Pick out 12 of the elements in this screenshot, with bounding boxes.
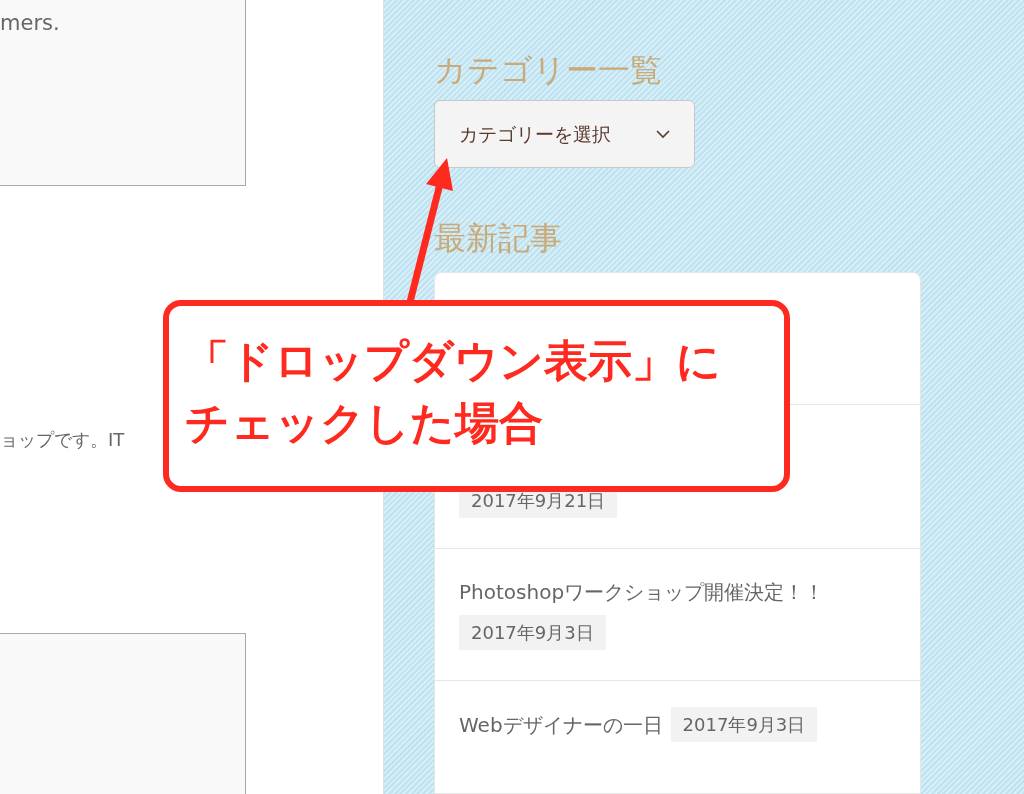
category-heading: カテゴリー一覧 <box>434 50 662 90</box>
chevron-down-icon <box>656 129 670 139</box>
body-text: ョップです。IT <box>0 429 125 450</box>
post-date: 2017年9月3日 <box>670 707 818 742</box>
box-text: mers. <box>0 11 60 35</box>
post-link[interactable]: Webデザイナーの一日 <box>459 709 663 740</box>
post-link[interactable]: Photoshopワークショップ開催決定！！ <box>459 577 825 607</box>
category-select[interactable]: カテゴリーを選択 <box>434 100 695 168</box>
recent-posts-heading: 最新記事 <box>434 218 562 258</box>
callout-text: チェックした場合 <box>185 396 544 450</box>
callout-text: 「ドロップダウン表示」に <box>185 334 722 388</box>
post-date: 2017年9月3日 <box>459 615 606 650</box>
